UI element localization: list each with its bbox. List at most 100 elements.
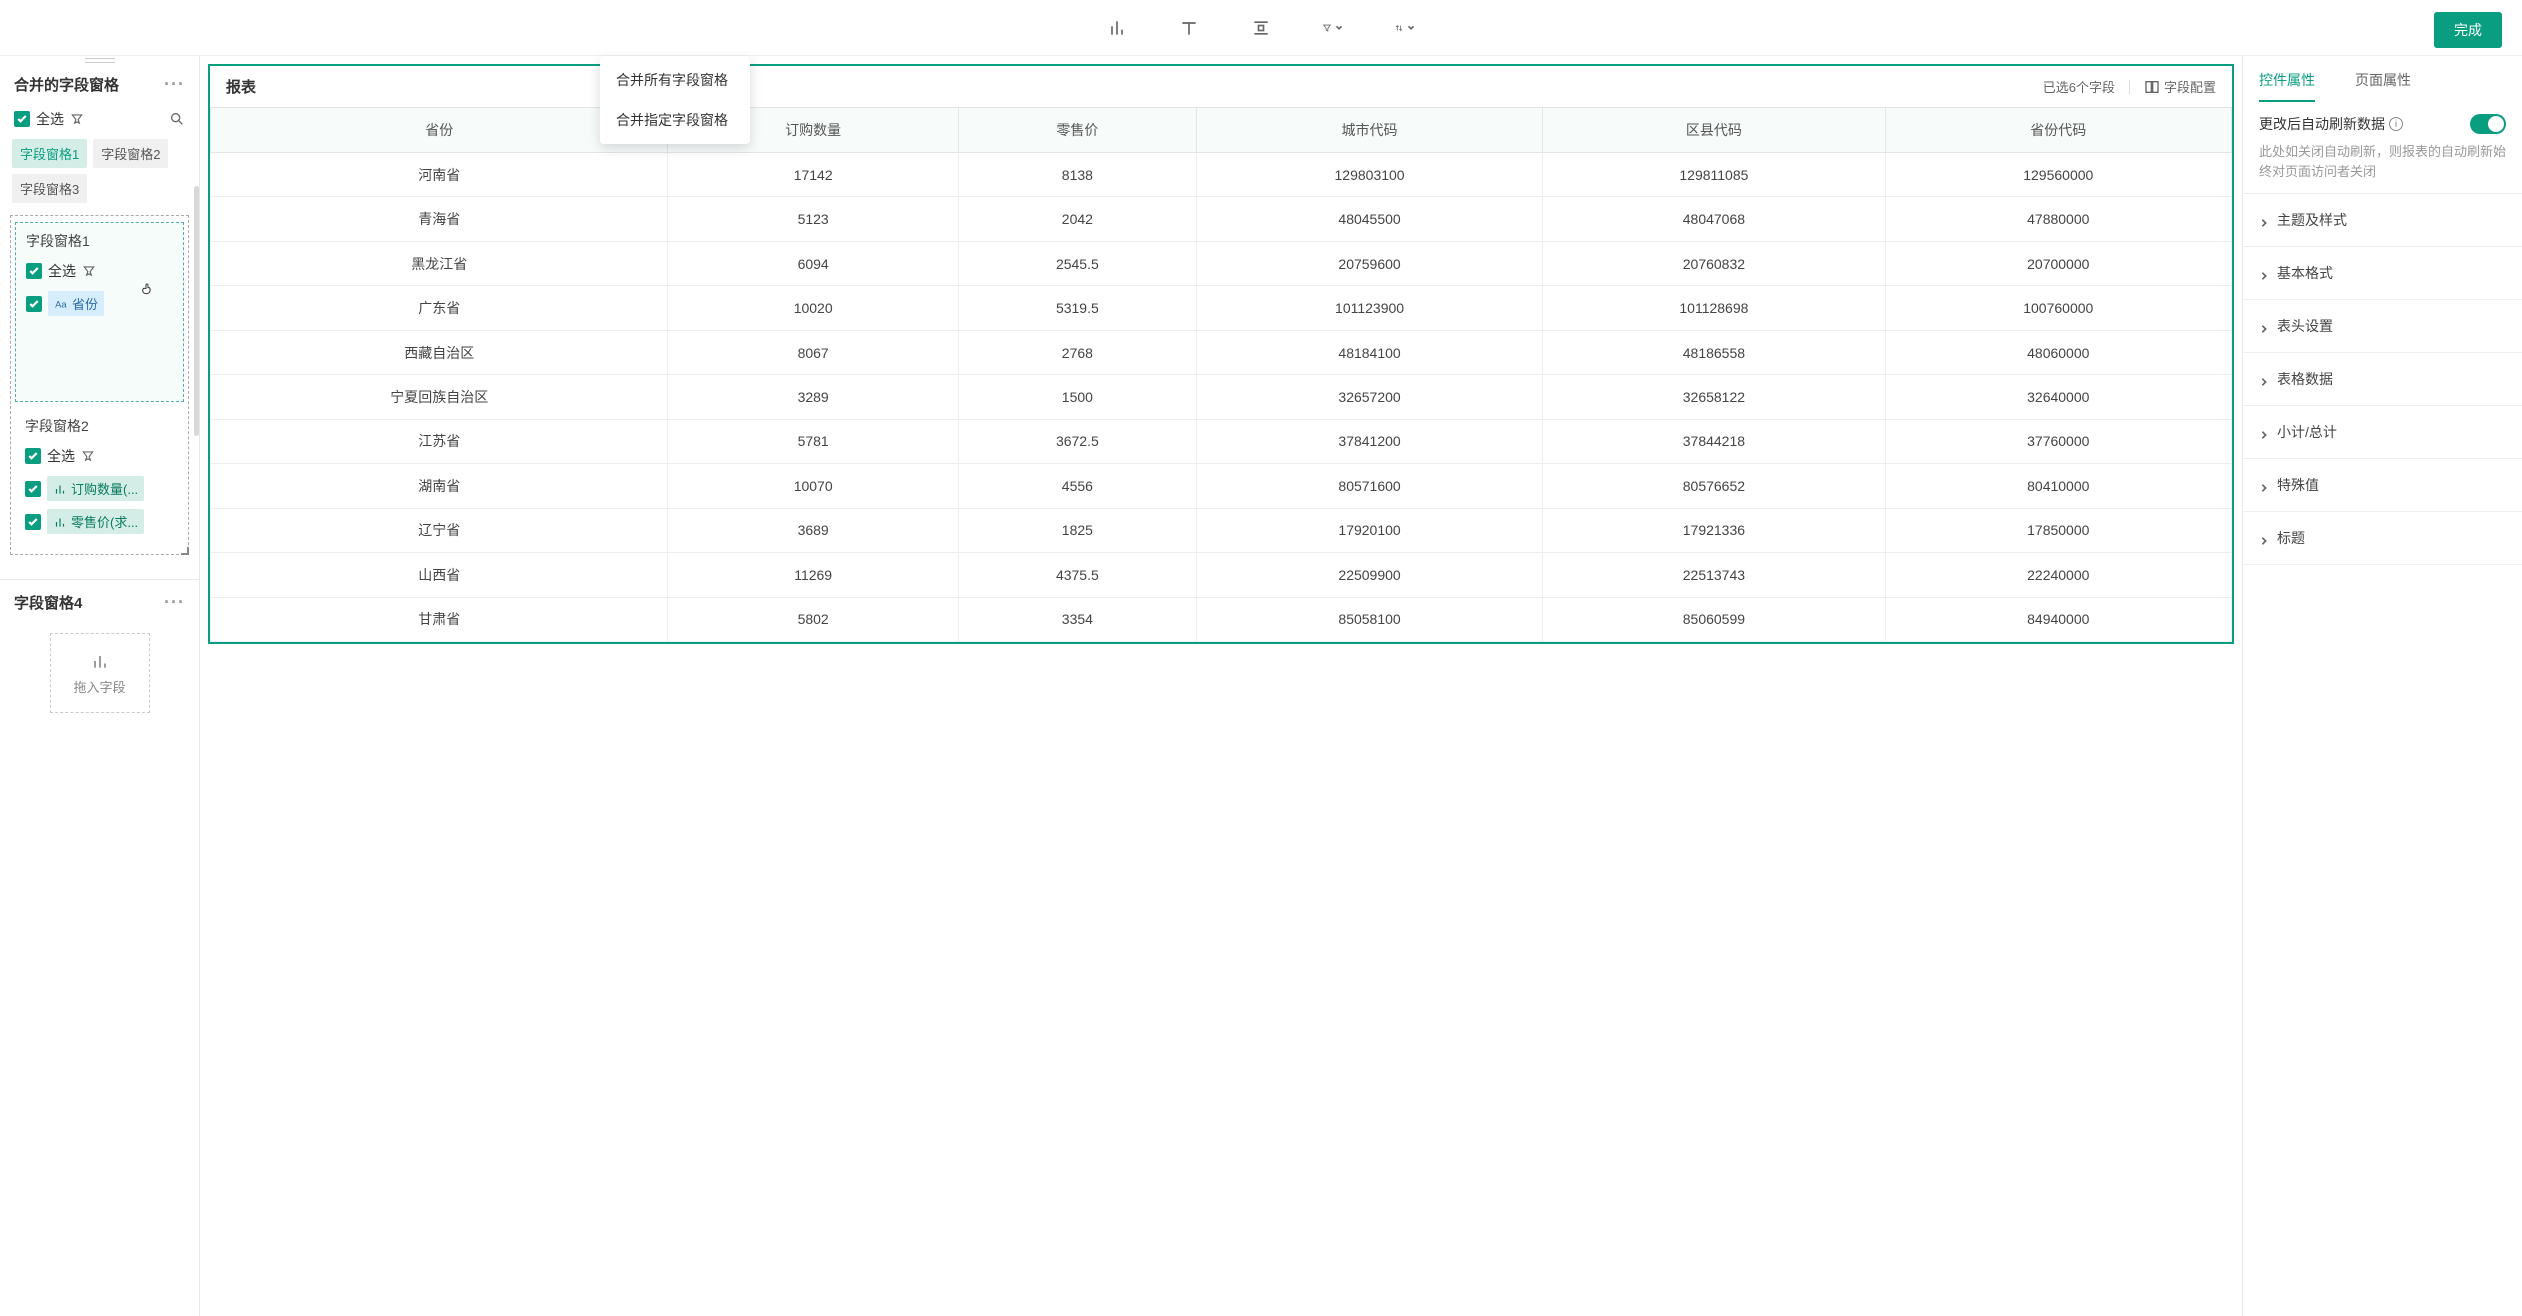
table-cell: 80576652	[1543, 464, 1885, 508]
accordion-item[interactable]: 标题	[2243, 512, 2522, 565]
table-row[interactable]: 江苏省57813672.5378412003784421837760000	[211, 419, 2232, 463]
pane2-field-retail-price[interactable]: 零售价(求...	[19, 505, 180, 538]
table-row[interactable]: 宁夏回族自治区32891500326572003265812232640000	[211, 375, 2232, 419]
pane1-clear-icon[interactable]	[82, 264, 96, 278]
chevron-right-icon	[2259, 215, 2269, 225]
merged-pane-header: 合并的字段窗格 ···	[0, 62, 199, 103]
clear-selection-icon[interactable]	[70, 112, 84, 126]
pane2-field-order-qty[interactable]: 订购数量(...	[19, 472, 180, 505]
table-cell: 1825	[958, 508, 1196, 552]
table-cell: 22240000	[1885, 553, 2231, 597]
field-config-icon	[2144, 79, 2160, 95]
info-icon[interactable]: i	[2389, 117, 2403, 131]
text-icon[interactable]	[1178, 17, 1200, 39]
filter-icon[interactable]	[1322, 17, 1344, 39]
pane-pill-2[interactable]: 字段窗格2	[93, 139, 168, 168]
table-cell: 3289	[668, 375, 958, 419]
pane2-select-all-checkbox[interactable]	[25, 448, 41, 464]
pane1-select-all-checkbox[interactable]	[26, 263, 42, 279]
table-cell: 101123900	[1196, 286, 1542, 330]
empty-drop-zone[interactable]: 拖入字段	[50, 633, 150, 713]
merge-all-panes-item[interactable]: 合并所有字段窗格	[600, 60, 750, 100]
table-cell: 17921336	[1543, 508, 1885, 552]
bar-chart-placeholder-icon	[90, 651, 110, 671]
province-checkbox[interactable]	[26, 296, 42, 312]
retail-price-pill[interactable]: 零售价(求...	[47, 509, 144, 534]
table-cell: 129803100	[1196, 153, 1542, 197]
column-header[interactable]: 零售价	[958, 108, 1196, 153]
table-row[interactable]: 河南省171428138129803100129811085129560000	[211, 153, 2232, 197]
pane1-select-all-label: 全选	[48, 261, 76, 281]
sort-icon[interactable]	[1394, 17, 1416, 39]
done-button[interactable]: 完成	[2434, 12, 2502, 48]
merge-specific-panes-item[interactable]: 合并指定字段窗格	[600, 100, 750, 140]
order-qty-checkbox[interactable]	[25, 481, 41, 497]
retail-price-checkbox[interactable]	[25, 514, 41, 530]
chevron-right-icon	[2259, 321, 2269, 331]
accordion-item[interactable]: 小计/总计	[2243, 406, 2522, 459]
table-cell: 20759600	[1196, 241, 1542, 285]
sidebar-scrollbar[interactable]	[194, 186, 199, 436]
report-card[interactable]: 报表 已选6个字段 字段配置 省份订购数量零售价城市代码区县代码省份代码 河南省…	[208, 64, 2234, 644]
bar-mini-icon	[53, 515, 67, 529]
field-config-button[interactable]: 字段配置	[2144, 77, 2216, 96]
text-field-icon: Aa	[54, 297, 68, 311]
accordion-item[interactable]: 主题及样式	[2243, 194, 2522, 247]
table-cell: 河南省	[211, 153, 668, 197]
chevron-right-icon	[2259, 533, 2269, 543]
search-icon[interactable]	[169, 111, 185, 127]
table-cell: 广东省	[211, 286, 668, 330]
table-cell: 48045500	[1196, 197, 1542, 241]
table-cell: 5781	[668, 419, 958, 463]
table-cell: 2545.5	[958, 241, 1196, 285]
table-cell: 37760000	[1885, 419, 2231, 463]
table-row[interactable]: 辽宁省36891825179201001792133617850000	[211, 508, 2232, 552]
accordion-item[interactable]: 特殊值	[2243, 459, 2522, 512]
table-cell: 48184100	[1196, 330, 1542, 374]
table-cell: 青海省	[211, 197, 668, 241]
bar-mini-icon	[53, 482, 67, 496]
pane-pill-1[interactable]: 字段窗格1	[12, 139, 87, 168]
auto-refresh-section: 更改后自动刷新数据 i 此处如关闭自动刷新，则报表的自动刷新始终对页面访问者关闭	[2243, 102, 2522, 194]
column-header[interactable]: 省份代码	[1885, 108, 2231, 153]
table-row[interactable]: 甘肃省58023354850581008506059984940000	[211, 597, 2232, 641]
table-cell: 6094	[668, 241, 958, 285]
right-panel: 控件属性 页面属性 更改后自动刷新数据 i 此处如关闭自动刷新，则报表的自动刷新…	[2242, 56, 2522, 1316]
table-row[interactable]: 黑龙江省60942545.5207596002076083220700000	[211, 241, 2232, 285]
table-row[interactable]: 青海省51232042480455004804706847880000	[211, 197, 2232, 241]
field-pane-2: 字段窗格2 全选 订购数量(...	[15, 408, 184, 542]
table-row[interactable]: 广东省100205319.510112390010112869810076000…	[211, 286, 2232, 330]
table-cell: 129811085	[1543, 153, 1885, 197]
table-cell: 甘肃省	[211, 597, 668, 641]
pane4-more-icon[interactable]: ···	[164, 592, 185, 613]
column-header[interactable]: 城市代码	[1196, 108, 1542, 153]
right-tabs: 控件属性 页面属性	[2243, 56, 2522, 102]
table-cell: 西藏自治区	[211, 330, 668, 374]
table-cell: 辽宁省	[211, 508, 668, 552]
accordion-item[interactable]: 基本格式	[2243, 247, 2522, 300]
accordion-label: 主题及样式	[2277, 210, 2347, 230]
table-row[interactable]: 湖南省100704556805716008057665280410000	[211, 464, 2232, 508]
select-all-checkbox[interactable]	[14, 111, 30, 127]
pane2-clear-icon[interactable]	[81, 449, 95, 463]
svg-text:Aa: Aa	[55, 299, 67, 309]
merge-pane-icon[interactable]	[1250, 17, 1272, 39]
column-header[interactable]: 区县代码	[1543, 108, 1885, 153]
tab-component-props[interactable]: 控件属性	[2259, 70, 2315, 102]
order-qty-pill[interactable]: 订购数量(...	[47, 476, 144, 501]
table-cell: 48060000	[1885, 330, 2231, 374]
table-cell: 2768	[958, 330, 1196, 374]
table-row[interactable]: 西藏自治区80672768481841004818655848060000	[211, 330, 2232, 374]
accordion-item[interactable]: 表格数据	[2243, 353, 2522, 406]
province-field-pill[interactable]: Aa 省份	[48, 291, 104, 316]
resize-handle-icon[interactable]	[181, 547, 189, 555]
tab-page-props[interactable]: 页面属性	[2355, 70, 2411, 102]
pane-pill-3[interactable]: 字段窗格3	[12, 174, 87, 203]
more-icon[interactable]: ···	[164, 74, 185, 95]
table-cell: 85058100	[1196, 597, 1542, 641]
bar-chart-icon[interactable]	[1106, 17, 1128, 39]
table-row[interactable]: 山西省112694375.5225099002251374322240000	[211, 553, 2232, 597]
accordion-item[interactable]: 表头设置	[2243, 300, 2522, 353]
auto-refresh-toggle[interactable]	[2470, 114, 2506, 134]
province-label: 省份	[72, 294, 98, 313]
